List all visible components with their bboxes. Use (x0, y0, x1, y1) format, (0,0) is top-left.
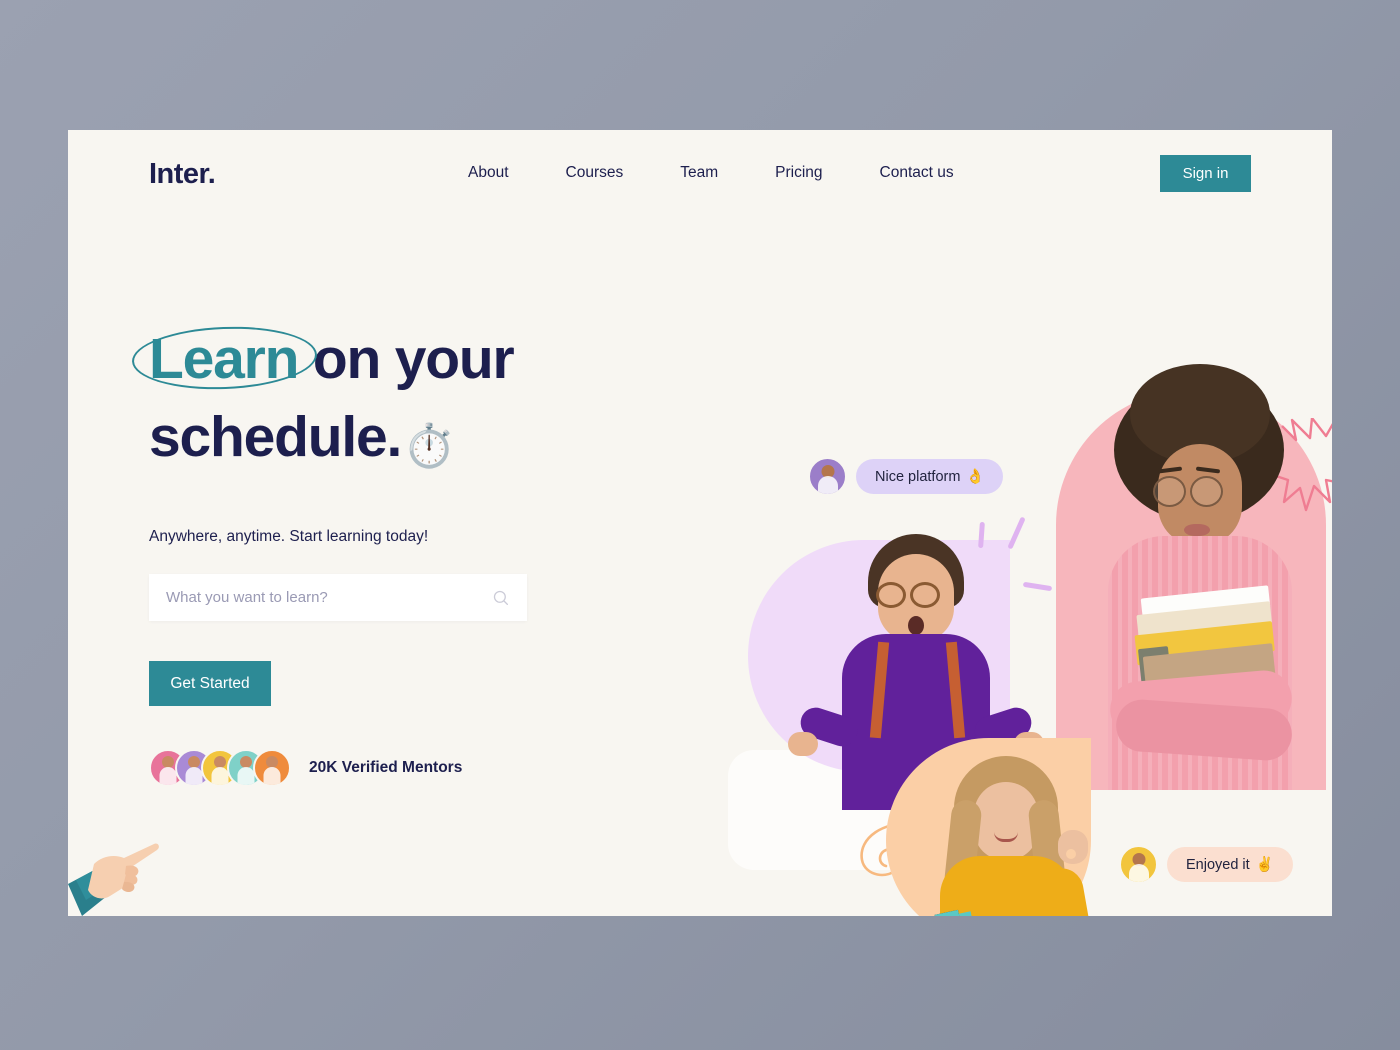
mentor-avatar-group (149, 749, 291, 787)
pointing-hand-emoji-icon (68, 843, 159, 916)
hero-content: Learn on your schedule.⏱️ Anywhere, anyt… (130, 320, 669, 787)
verified-mentors-row: 20K Verified Mentors (149, 749, 669, 787)
get-started-button[interactable]: Get Started (149, 661, 271, 706)
student-photo-woman-ok-gesture (918, 756, 1098, 916)
testimonial-bubble-enjoyed-it: Enjoyed it ✌️ (1119, 845, 1293, 884)
landing-page-card: Inter. About Courses Team Pricing Contac… (68, 130, 1332, 916)
verified-mentors-count: 20K Verified Mentors (309, 759, 463, 776)
page-title: Learn on your schedule.⏱️ (130, 320, 669, 485)
testimonial-bubble: Nice platform 👌 (856, 459, 1004, 494)
student-photo-woman-with-books (1080, 364, 1318, 790)
brand-logo[interactable]: Inter. (149, 158, 216, 191)
headline-highlight-wrap: Learn (130, 320, 319, 398)
headline-highlight-word: Learn (149, 327, 299, 391)
search-icon[interactable] (492, 589, 510, 607)
testimonial-bubble: Enjoyed it ✌️ (1167, 847, 1293, 882)
nav-link-team[interactable]: Team (680, 164, 718, 182)
avatar (808, 457, 847, 496)
nav-link-pricing[interactable]: Pricing (775, 164, 822, 182)
avatar (1119, 845, 1158, 884)
headline-rest: on your (298, 327, 515, 391)
search-input[interactable] (166, 589, 492, 606)
card-content-clip: Inter. About Courses Team Pricing Contac… (68, 130, 1332, 916)
search-box[interactable] (149, 574, 527, 621)
headline-line-two: schedule. (149, 405, 402, 469)
testimonial-text: Enjoyed it (1186, 857, 1250, 873)
stopwatch-emoji-icon: ⏱️ (403, 422, 455, 469)
testimonial-text: Nice platform (875, 469, 961, 485)
hero-subtitle: Anywhere, anytime. Start learning today! (149, 528, 429, 545)
nav-link-courses[interactable]: Courses (566, 164, 624, 182)
nav-links: About Courses Team Pricing Contact us (468, 164, 954, 182)
victory-hand-emoji-icon: ✌️ (1255, 857, 1274, 873)
hero-illustration (628, 210, 1332, 916)
avatar (253, 749, 291, 787)
sign-in-button[interactable]: Sign in (1160, 155, 1251, 192)
testimonial-bubble-nice-platform: Nice platform 👌 (808, 457, 1004, 496)
nav-link-about[interactable]: About (468, 164, 509, 182)
ok-hand-emoji-icon: 👌 (966, 469, 985, 485)
nav-link-contact-us[interactable]: Contact us (880, 164, 954, 182)
